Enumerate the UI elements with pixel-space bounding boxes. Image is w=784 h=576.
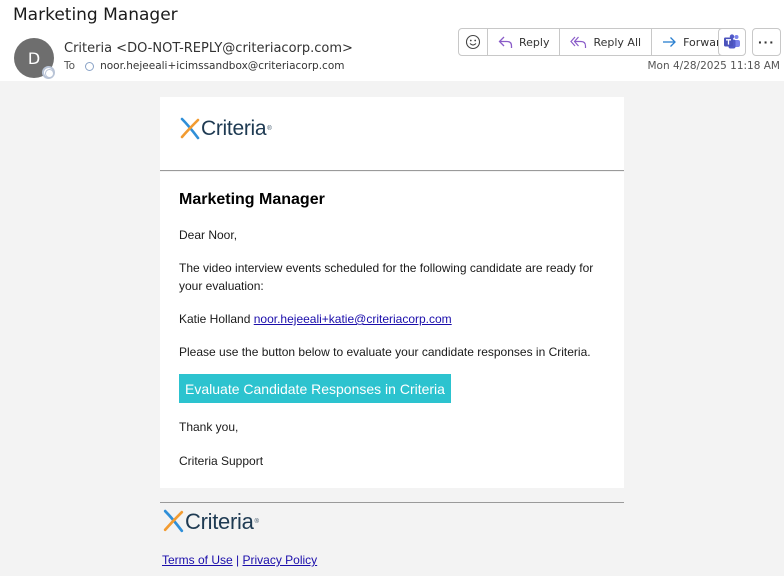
teams-button[interactable]: [718, 28, 746, 56]
email-subject: Marketing Manager: [13, 5, 178, 25]
criteria-mark-icon: [180, 117, 200, 140]
avatar-initial: D: [27, 48, 41, 68]
email-title: Marketing Manager: [179, 191, 325, 208]
criteria-logo: Criteria ®: [179, 116, 272, 142]
to-label: To: [64, 60, 76, 72]
greeting-text: Dear Noor,: [179, 228, 238, 242]
more-actions-button[interactable]: ···: [752, 28, 781, 56]
criteria-mark-icon: [163, 509, 184, 533]
react-button[interactable]: [459, 29, 488, 55]
footer-divider: [160, 502, 624, 503]
sender-address[interactable]: Criteria <DO-NOT-REPLY@criteriacorp.com>: [64, 41, 353, 56]
reply-label: Reply: [519, 35, 550, 49]
evaluate-responses-button[interactable]: Evaluate Candidate Responses in Criteria: [179, 374, 451, 403]
reply-all-icon: [570, 36, 587, 48]
presence-status-icon: [42, 66, 55, 79]
footer-logo-registered-mark: ®: [254, 518, 259, 525]
reply-icon: [498, 36, 513, 48]
email-logo-header: Criteria ®: [160, 97, 624, 171]
received-date: Mon 4/28/2025 11:18 AM: [647, 60, 781, 72]
reply-all-label: Reply All: [593, 35, 642, 49]
reply-button[interactable]: Reply: [488, 29, 561, 55]
message-actions-toolbar: Reply Reply All Forward: [458, 28, 739, 56]
footer-separator: |: [236, 553, 240, 567]
candidate-email-link[interactable]: noor.hejeeali+katie@criteriacorp.com: [254, 312, 452, 326]
forward-arrow-icon: [663, 37, 676, 47]
terms-of-use-link[interactable]: Terms of Use: [162, 553, 233, 567]
privacy-policy-link[interactable]: Privacy Policy: [243, 553, 318, 567]
footer-links: Terms of Use | Privacy Policy: [162, 553, 317, 567]
recipient-row: To noor.hejeeali+icimssandbox@criteriaco…: [64, 60, 344, 72]
closing-text: Thank you,: [179, 420, 239, 434]
recipient-address[interactable]: noor.hejeeali+icimssandbox@criteriacorp.…: [100, 60, 344, 72]
footer-criteria-logo: Criteria ®: [162, 508, 259, 535]
candidate-name: Katie Holland: [179, 312, 251, 326]
reply-all-button[interactable]: Reply All: [560, 29, 653, 55]
candidate-line: Katie Holland noor.hejeeali+katie@criter…: [179, 310, 609, 328]
teams-icon: [724, 34, 740, 49]
footer-logo-wordmark: Criteria: [185, 508, 254, 534]
email-body: Marketing Manager Dear Noor, The video i…: [160, 172, 624, 488]
smiley-icon: [465, 34, 481, 50]
instruction-text: Please use the button below to evaluate …: [179, 345, 591, 359]
intro-text: The video interview events scheduled for…: [179, 261, 594, 293]
signature-text: Criteria Support: [179, 454, 264, 468]
logo-wordmark: Criteria: [201, 117, 267, 140]
logo-registered-mark: ®: [267, 126, 272, 132]
message-header: Marketing Manager D Criteria <DO-NOT-REP…: [0, 0, 784, 81]
recipient-presence-icon: [85, 61, 95, 71]
